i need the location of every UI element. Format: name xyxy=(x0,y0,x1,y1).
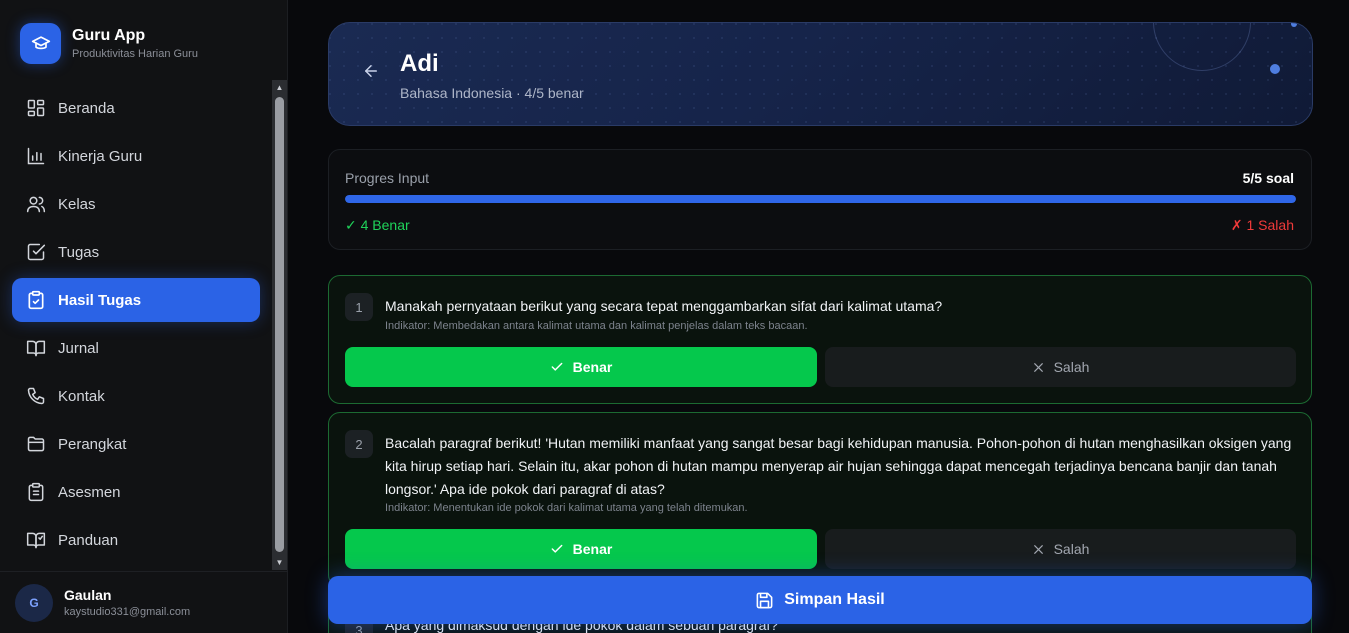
student-subtitle: Bahasa Indonesia · 4/5 benar xyxy=(400,85,584,101)
avatar: G xyxy=(15,583,53,622)
salah-button[interactable]: Salah xyxy=(825,347,1296,387)
question-number: 2 xyxy=(345,430,373,458)
scroll-thumb[interactable] xyxy=(275,97,284,552)
sidebar-item-label: Kontak xyxy=(58,387,105,405)
clipboard-check-icon xyxy=(28,290,44,310)
question-text: Bacalah paragraf berikut! 'Hutan memilik… xyxy=(385,435,1292,497)
checkbox-icon xyxy=(27,243,46,261)
sidebar-item-kontak[interactable]: Kontak xyxy=(12,374,260,418)
salah-button[interactable]: Salah xyxy=(825,529,1296,569)
correct-count: ✓ 4 Benar xyxy=(345,217,410,233)
sidebar-item-label: Hasil Tugas xyxy=(58,291,142,309)
question-text: Manakah pernyataan berikut yang secara t… xyxy=(385,298,943,314)
progress-bar-fill xyxy=(345,195,1296,203)
progress-count: 5/5 soal xyxy=(1242,170,1294,186)
sidebar-item-hasil-tugas[interactable]: Hasil Tugas xyxy=(12,278,260,322)
wrong-count: ✗ 1 Salah xyxy=(1230,217,1294,233)
app-root: Guru App Produktivitas Harian Guru Beran… xyxy=(0,0,1349,633)
question-indicator: Indikator: Menentukan ide pokok dari kal… xyxy=(385,502,748,514)
users-icon xyxy=(26,196,46,213)
salah-label: Salah xyxy=(1053,541,1090,557)
sidebar-item-kelas[interactable]: Kelas xyxy=(12,182,260,226)
benar-button[interactable]: Benar xyxy=(345,347,817,387)
brand-subtitle: Produktivitas Harian Guru xyxy=(72,47,198,60)
question-card: 1 Manakah pernyataan berikut yang secara… xyxy=(328,275,1312,404)
scroll-down-arrow-icon[interactable]: ▼ xyxy=(272,555,287,570)
dashboard-icon xyxy=(27,99,45,117)
check-icon xyxy=(551,544,563,553)
folder-icon xyxy=(27,436,45,452)
user-profile[interactable]: G Gaulan kaystudio331@gmail.com xyxy=(0,571,288,633)
brand: Guru App Produktivitas Harian Guru xyxy=(20,22,198,64)
salah-label: Salah xyxy=(1053,359,1090,375)
sidebar-item-label: Beranda xyxy=(58,99,115,117)
student-header: Adi Bahasa Indonesia · 4/5 benar xyxy=(328,22,1313,126)
decorative-dot xyxy=(1270,64,1280,74)
back-button[interactable] xyxy=(359,59,383,83)
question-indicator: Indikator: Membedakan antara kalimat uta… xyxy=(385,320,808,332)
sidebar: Guru App Produktivitas Harian Guru Beran… xyxy=(0,0,288,633)
graduation-cap-icon xyxy=(20,22,61,64)
progress-card: Progres Input 5/5 soal ✓ 4 Benar ✗ 1 Sal… xyxy=(328,149,1312,250)
sidebar-item-tugas[interactable]: Tugas xyxy=(12,230,260,274)
sidebar-item-jurnal[interactable]: Jurnal xyxy=(12,326,260,370)
sidebar-item-label: Jurnal xyxy=(58,339,99,357)
floppy-disk-icon xyxy=(756,592,773,608)
student-name: Adi xyxy=(400,50,439,77)
progress-label: Progres Input xyxy=(345,170,430,186)
sidebar-item-label: Asesmen xyxy=(58,483,121,501)
progress-bar xyxy=(345,195,1296,203)
x-icon xyxy=(1033,544,1043,554)
phone-icon xyxy=(27,387,45,405)
sidebar-item-perangkat[interactable]: Perangkat xyxy=(12,422,260,466)
sidebar-item-beranda[interactable]: Beranda xyxy=(12,86,260,130)
sidebar-scrollbar[interactable]: ▲ ▼ xyxy=(272,80,287,570)
benar-button[interactable]: Benar xyxy=(345,529,817,569)
question-number: 1 xyxy=(345,293,373,321)
sidebar-item-label: Panduan xyxy=(58,531,119,549)
sidebar-nav: Beranda Kinerja Guru Kelas Tugas Hasil T… xyxy=(12,86,260,566)
question-card: 2 Bacalah paragraf berikut! 'Hutan memil… xyxy=(328,412,1312,587)
user-email: kaystudio331@gmail.com xyxy=(64,606,191,618)
decorative-dot xyxy=(1291,23,1297,27)
sidebar-item-label: Tugas xyxy=(58,243,100,261)
book-guide-icon xyxy=(26,532,46,549)
sidebar-item-kinerja-guru[interactable]: Kinerja Guru xyxy=(12,134,260,178)
user-name: Gaulan xyxy=(64,587,112,603)
bar-chart-icon xyxy=(27,147,45,165)
benar-label: Benar xyxy=(572,359,613,375)
sidebar-item-panduan[interactable]: Panduan xyxy=(12,518,260,562)
check-icon xyxy=(551,362,563,371)
sidebar-item-label: Perangkat xyxy=(58,435,127,453)
x-icon xyxy=(1033,362,1043,372)
save-button[interactable]: Simpan Hasil xyxy=(328,576,1312,624)
sidebar-item-label: Kelas xyxy=(58,195,96,213)
clipboard-list-icon xyxy=(28,482,44,502)
scroll-up-arrow-icon[interactable]: ▲ xyxy=(272,80,287,95)
sidebar-item-label: Kinerja Guru xyxy=(58,147,143,165)
decorative-circle xyxy=(1153,23,1251,71)
benar-label: Benar xyxy=(572,541,613,557)
book-open-icon xyxy=(26,340,46,357)
save-label: Simpan Hasil xyxy=(784,591,885,608)
arrow-left-icon xyxy=(365,65,377,77)
brand-title: Guru App xyxy=(72,26,146,44)
sidebar-item-asesmen[interactable]: Asesmen xyxy=(12,470,260,514)
